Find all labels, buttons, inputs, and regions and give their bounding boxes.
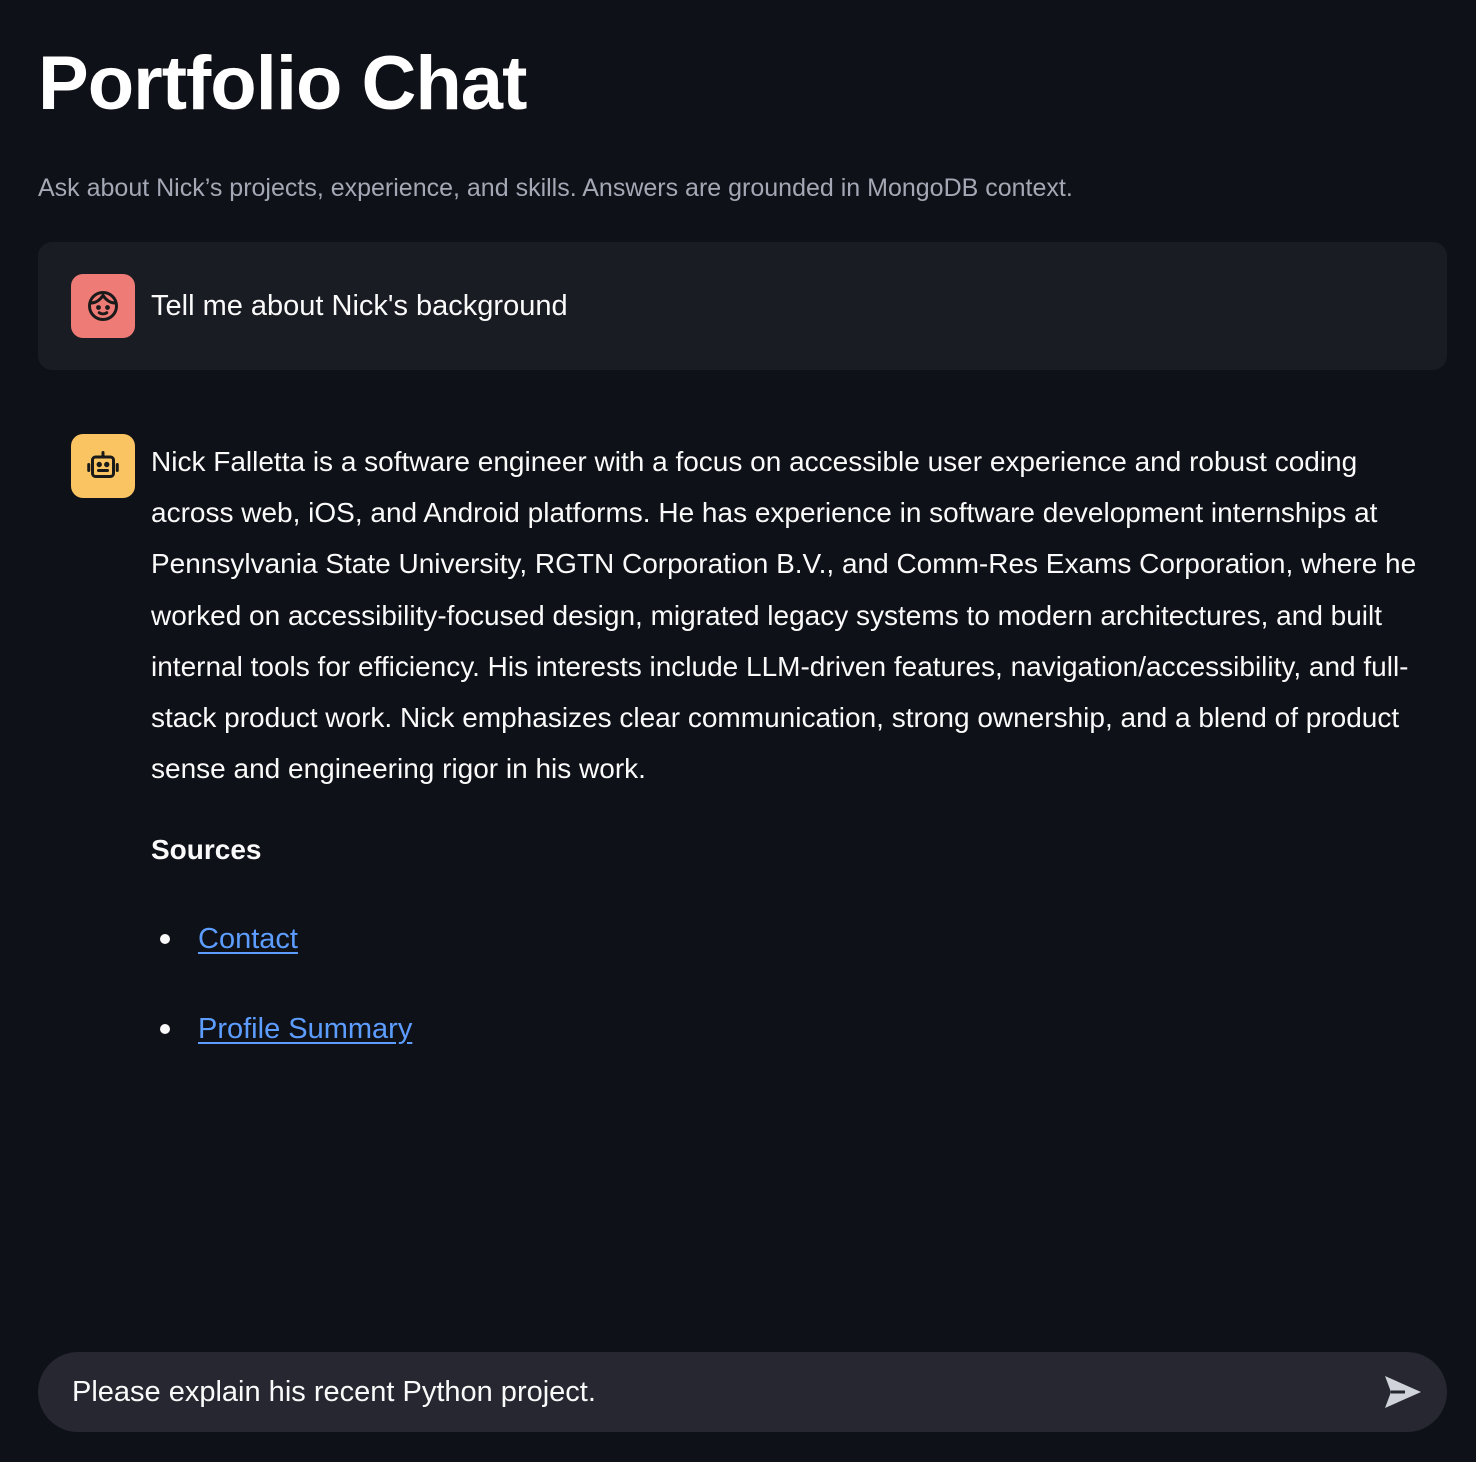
page-subtitle: Ask about Nick’s projects, experience, a… — [38, 174, 1073, 202]
chat-input-bar — [38, 1352, 1447, 1432]
face-icon — [88, 291, 118, 321]
source-link-contact[interactable]: Contact — [198, 923, 298, 955]
list-item: Profile Summary — [151, 1008, 412, 1098]
send-button[interactable] — [1380, 1370, 1426, 1414]
robot-icon — [87, 451, 119, 478]
list-item: Contact — [151, 918, 412, 1008]
app-root: Portfolio Chat Ask about Nick’s projects… — [0, 0, 1476, 1462]
user-avatar — [71, 274, 135, 338]
bullet-icon — [160, 1024, 170, 1034]
page-title: Portfolio Chat — [38, 41, 527, 126]
assistant-avatar — [71, 434, 135, 498]
source-link-profile-summary[interactable]: Profile Summary — [198, 1013, 412, 1045]
assistant-message-text: Nick Falletta is a software engineer wit… — [151, 446, 1417, 785]
sources-list: Contact Profile Summary — [151, 918, 412, 1098]
chat-input[interactable] — [72, 1366, 1372, 1418]
user-message-text: Tell me about Nick's background — [151, 290, 568, 322]
send-icon — [1385, 1376, 1421, 1408]
bullet-icon — [160, 934, 170, 944]
sources-heading: Sources — [151, 834, 262, 865]
user-message: Tell me about Nick's background — [38, 242, 1447, 370]
